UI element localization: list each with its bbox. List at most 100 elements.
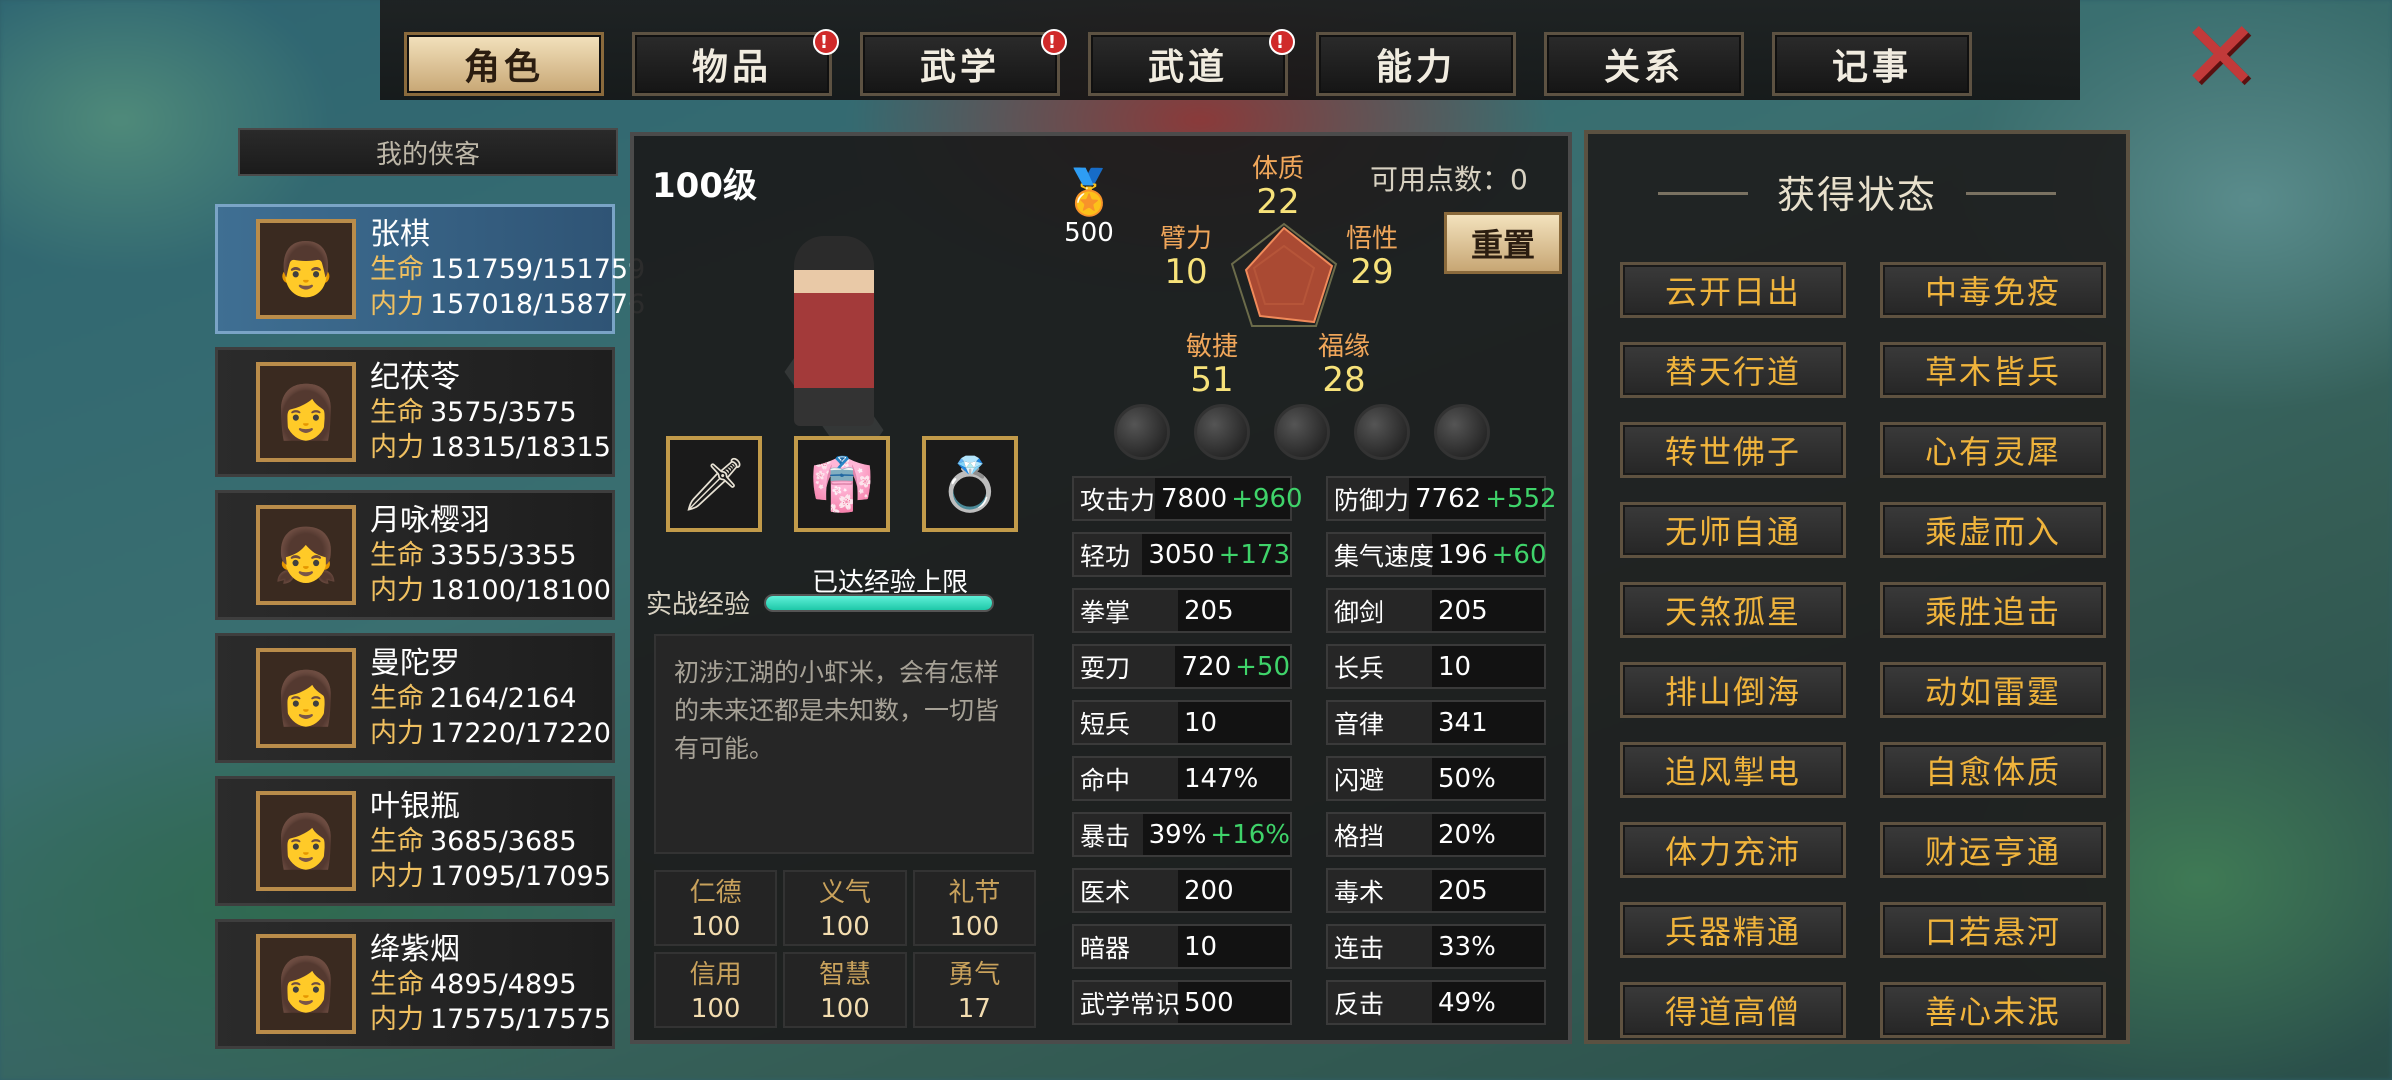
attribute-value: 205 <box>1178 596 1234 626</box>
status-item[interactable]: 兵器精通 <box>1620 902 1846 958</box>
status-item[interactable]: 乘虚而入 <box>1880 502 2106 558</box>
attribute-label: 集气速度 <box>1328 534 1434 575</box>
mp-label: 内力 <box>370 431 424 463</box>
status-item[interactable]: 心有灵犀 <box>1880 422 2106 478</box>
skill-slots <box>1114 404 1490 460</box>
attribute-base: 341 <box>1438 707 1488 738</box>
character-card[interactable]: 👩 曼陀罗 生命 2164/2164 内力 17220/17220 <box>215 633 615 763</box>
attribute-row: 耍刀 720 +50 <box>1072 644 1292 689</box>
character-card[interactable]: 👩 纪茯苓 生命 3575/3575 内力 18315/18315 <box>215 347 615 477</box>
status-item[interactable]: 替天行道 <box>1620 342 1846 398</box>
status-item[interactable]: 追风掣电 <box>1620 742 1846 798</box>
status-item[interactable]: 动如雷霆 <box>1880 662 2106 718</box>
virtue-cell: 勇气 17 <box>912 952 1036 1028</box>
status-item[interactable]: 乘胜追击 <box>1880 582 2106 638</box>
attribute-label: 御剑 <box>1328 590 1432 631</box>
close-x-icon[interactable]: ✕ <box>2180 8 2260 104</box>
status-list: 云开日出 中毒免疫 替天行道 草木皆兵 转世佛子 心有灵犀 无师自通 乘虚而入 天煞孤星 乘胜追击… <box>1620 262 2106 1038</box>
tab-relations[interactable]: 关系 <box>1544 32 1744 96</box>
stat-value: 51 <box>1190 360 1234 400</box>
hp-label: 生命 <box>370 396 424 428</box>
attribute-row: 暗器 10 <box>1072 924 1292 969</box>
attribute-value: 720 +50 <box>1175 652 1290 682</box>
attribute-label: 医术 <box>1074 870 1178 911</box>
mp-value: 17220/17220 <box>430 717 611 749</box>
attribute-value: 20% <box>1432 820 1496 850</box>
status-item[interactable]: 中毒免疫 <box>1880 262 2106 318</box>
attribute-value: 196 +60 <box>1432 540 1547 570</box>
attribute-bonus: +50 <box>1235 651 1290 682</box>
status-item[interactable]: 排山倒海 <box>1620 662 1846 718</box>
status-item[interactable]: 善心未泯 <box>1880 982 2106 1038</box>
attribute-label: 闪避 <box>1328 758 1432 799</box>
virtue-label: 智慧 <box>818 960 871 990</box>
tab-character[interactable]: 角色 <box>404 32 604 96</box>
tab-abilities[interactable]: 能力 <box>1316 32 1516 96</box>
attribute-label: 攻击力 <box>1074 478 1156 519</box>
attribute-base: 500 <box>1184 987 1234 1018</box>
character-portrait: 👩 <box>256 648 356 748</box>
character-portrait: 👩 <box>256 791 356 891</box>
attribute-row: 御剑 205 <box>1326 588 1546 633</box>
medal-icon: 🏅 <box>1061 167 1117 218</box>
accessory-slot[interactable]: 💍 <box>922 436 1018 532</box>
character-card[interactable]: 👩 绛紫烟 生命 4895/4895 内力 17575/17575 <box>215 919 615 1049</box>
attribute-label: 反击 <box>1328 982 1432 1023</box>
exp-bar-fill <box>766 596 992 610</box>
weapon-slot[interactable]: 🗡 <box>666 436 762 532</box>
character-card[interactable]: 👩 叶银瓶 生命 3685/3685 内力 17095/17095 <box>215 776 615 906</box>
attribute-base: 720 <box>1181 651 1232 682</box>
attribute-table: 攻击力 7800 +960 防御力 7762 +552 轻功 3050 +173 集气速度 196 +… <box>1072 476 1557 1025</box>
status-item[interactable]: 口若悬河 <box>1880 902 2106 958</box>
character-card[interactable]: 👧 月咏樱羽 生命 3355/3355 内力 18100/18100 <box>215 490 615 620</box>
mp-label: 内力 <box>370 1003 424 1035</box>
hp-value: 3355/3355 <box>430 539 577 571</box>
stat-bili: 臂力 10 <box>1160 224 1212 289</box>
virtue-label: 礼节 <box>948 878 1001 908</box>
status-item[interactable]: 自愈体质 <box>1880 742 2106 798</box>
tab-label: 记事 <box>1831 47 1912 88</box>
attribute-label: 格挡 <box>1328 814 1432 855</box>
orb-slot-icon[interactable] <box>1354 404 1410 460</box>
orb-slot-icon[interactable] <box>1274 404 1330 460</box>
status-item[interactable]: 无师自通 <box>1620 502 1846 558</box>
attribute-base: 39% <box>1148 819 1207 850</box>
attribute-label: 拳掌 <box>1074 590 1178 631</box>
tab-items[interactable]: 物品! <box>632 29 839 96</box>
reset-button[interactable]: 重置 <box>1444 212 1562 274</box>
hp-label: 生命 <box>370 968 424 1000</box>
status-item[interactable]: 财运亨通 <box>1880 822 2106 878</box>
robe-icon: 👘 <box>809 454 875 515</box>
character-name: 月咏樱羽 <box>370 502 490 538</box>
orb-slot-icon[interactable] <box>1434 404 1490 460</box>
virtue-cell: 仁德 100 <box>654 870 778 946</box>
tab-martial-way[interactable]: 武道! <box>1088 29 1295 96</box>
attribute-value: 205 <box>1432 596 1488 626</box>
status-item[interactable]: 得道高僧 <box>1620 982 1846 1038</box>
tab-label: 物品 <box>691 47 772 88</box>
character-name: 叶银瓶 <box>370 788 460 824</box>
orb-slot-icon[interactable] <box>1114 404 1170 460</box>
attribute-value: 10 <box>1432 652 1471 682</box>
virtue-cell: 礼节 100 <box>912 870 1036 946</box>
tab-journal[interactable]: 记事 <box>1772 32 1972 96</box>
tab-martial-arts[interactable]: 武学! <box>860 29 1067 96</box>
character-card[interactable]: 👨 张棋 生命 151759/151759 内力 157018/158776 <box>215 204 645 334</box>
character-portrait: 👨 <box>256 219 356 319</box>
attribute-label: 防御力 <box>1328 478 1410 519</box>
orb-slot-icon[interactable] <box>1194 404 1250 460</box>
mp-label: 内力 <box>370 717 424 749</box>
attribute-label: 短兵 <box>1074 702 1178 743</box>
attribute-row: 暴击 39% +16% <box>1072 812 1292 857</box>
attribute-label: 毒术 <box>1328 870 1432 911</box>
armor-slot[interactable]: 👘 <box>794 436 890 532</box>
status-item[interactable]: 云开日出 <box>1620 262 1846 318</box>
status-item[interactable]: 草木皆兵 <box>1880 342 2106 398</box>
hp-label: 生命 <box>370 253 424 285</box>
hp-value: 151759/151759 <box>430 253 646 285</box>
attribute-base: 49% <box>1438 987 1496 1018</box>
status-item[interactable]: 转世佛子 <box>1620 422 1846 478</box>
status-item[interactable]: 体力充沛 <box>1620 822 1846 878</box>
hp-label: 生命 <box>370 825 424 857</box>
status-item[interactable]: 天煞孤星 <box>1620 582 1846 638</box>
